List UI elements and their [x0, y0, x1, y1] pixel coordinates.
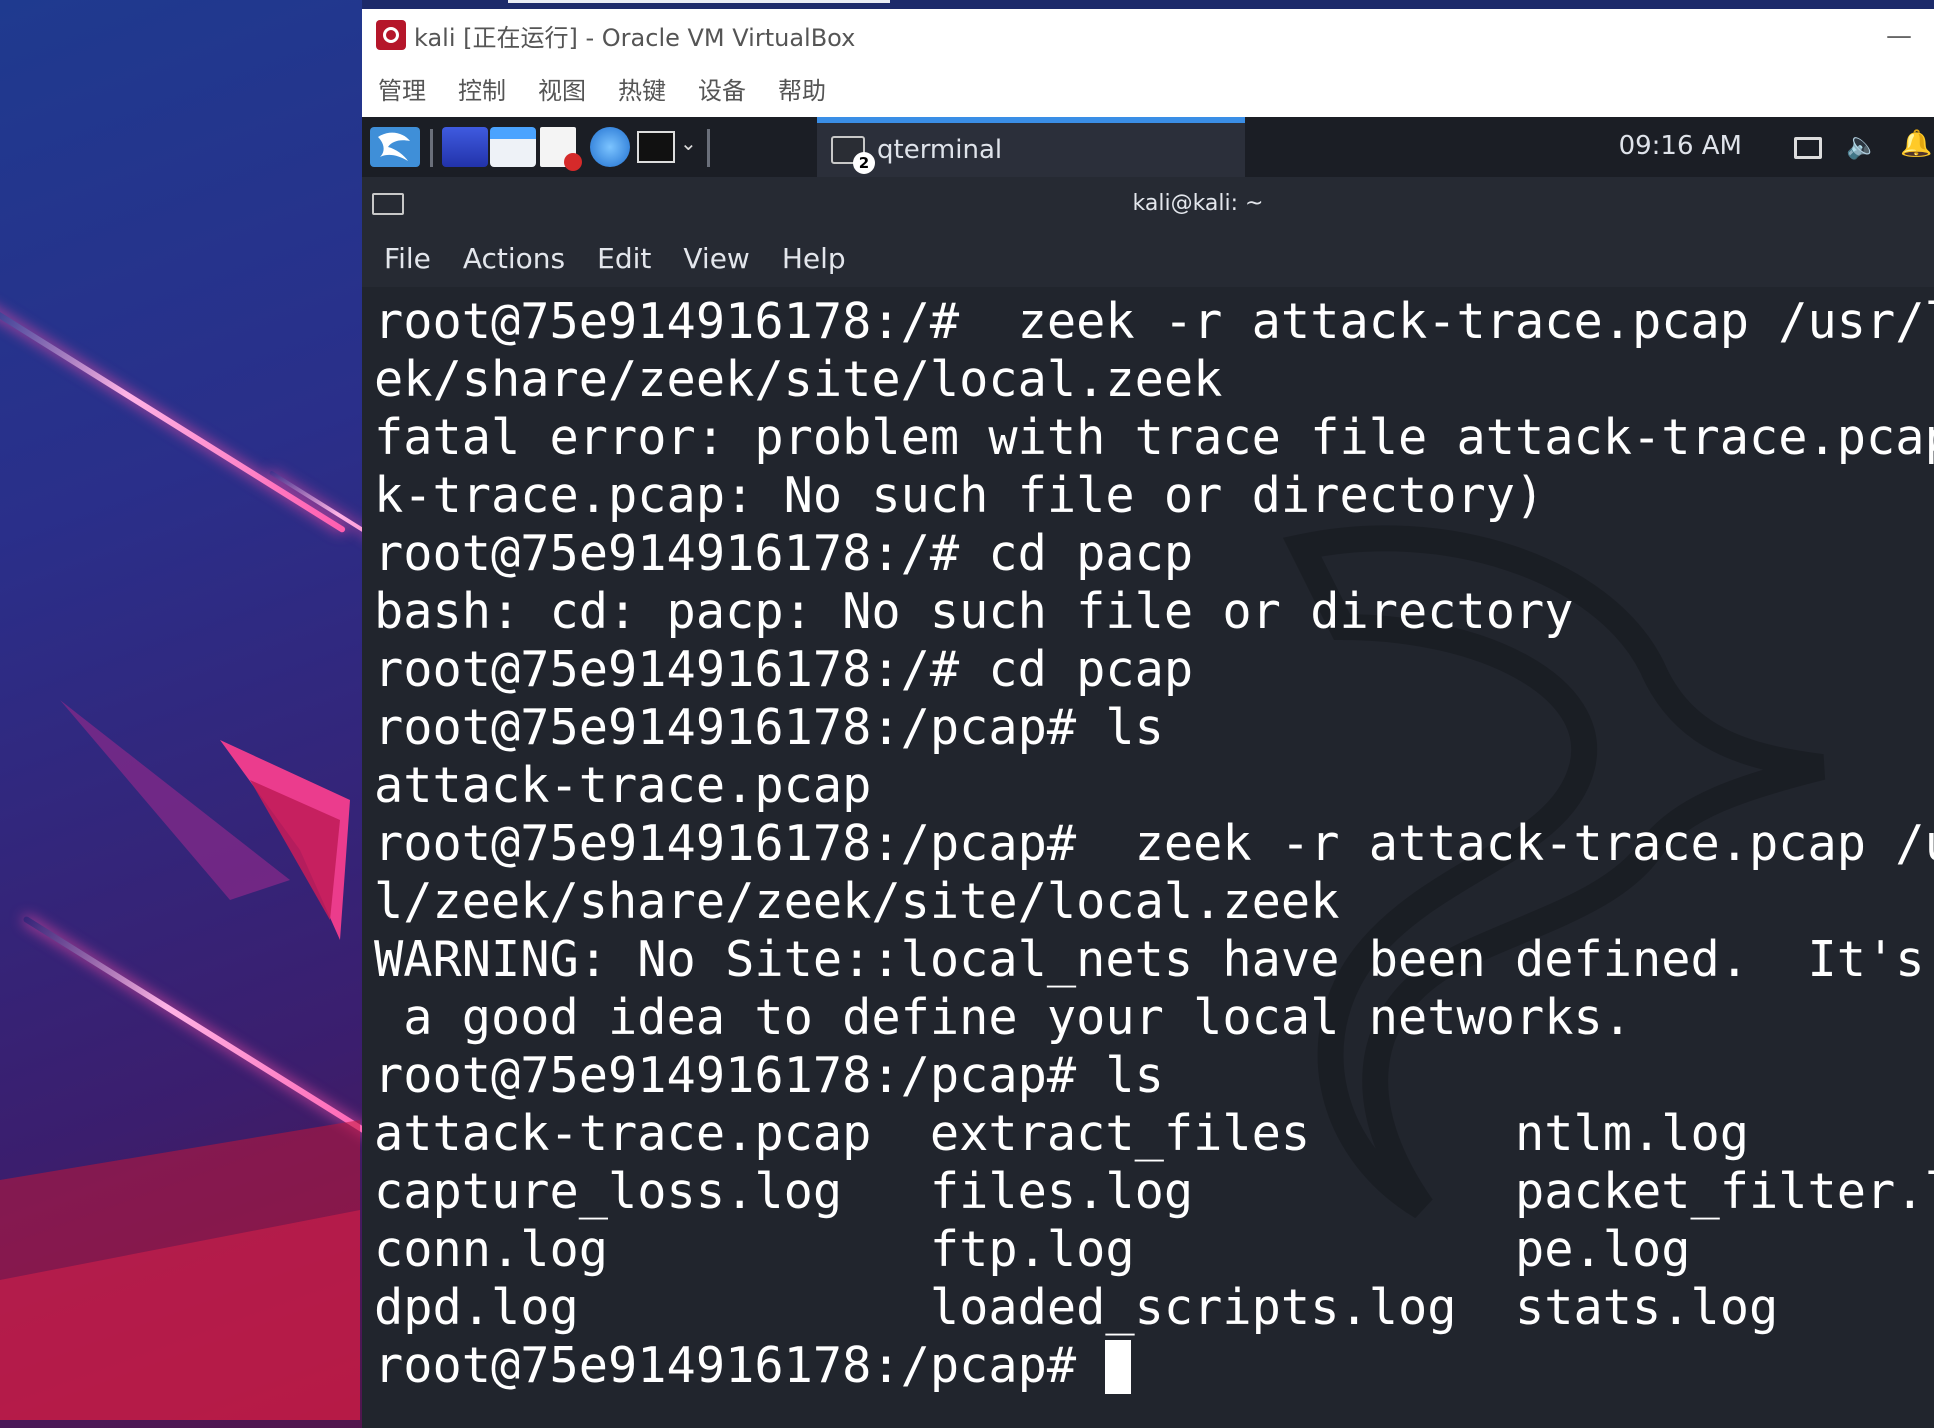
terminal-menubar: File Actions Edit View Help	[362, 229, 1934, 288]
desktop-wallpaper	[0, 0, 365, 1428]
menu-devices[interactable]: 设备	[698, 71, 746, 106]
virtualbox-window: kali [正在运行] - Oracle VM VirtualBox — 管理 …	[362, 0, 1934, 1428]
terminal-line: k-trace.pcap: No such file or directory)	[374, 468, 1545, 524]
terminal-line: l/zeek/share/zeek/site/local.zeek	[374, 874, 1340, 930]
panel-separator	[707, 129, 710, 167]
terminal-lines: root@75e914916178:/# zeek -r attack-trac…	[374, 293, 1934, 1395]
taskbar-item-label: qterminal	[877, 135, 1003, 165]
terminal-line: conn.log ftp.log pe.log	[374, 1222, 1691, 1278]
menu-view[interactable]: 视图	[538, 71, 586, 106]
text-cursor	[1105, 1340, 1132, 1394]
terminal-prompt: root@75e914916178:/pcap#	[374, 1338, 1106, 1394]
window-count-badge: 2	[853, 152, 875, 174]
qterminal-icon: 2	[831, 136, 875, 174]
minimize-button[interactable]: —	[1886, 21, 1912, 51]
menu-control[interactable]: 控制	[458, 71, 506, 106]
menu-manage[interactable]: 管理	[378, 71, 426, 106]
terminal-line: root@75e914916178:/# zeek -r attack-trac…	[374, 294, 1934, 350]
terminal-line: fatal error: problem with trace file att…	[374, 410, 1934, 466]
terminal-window-title: kali@kali: ~	[1132, 191, 1264, 216]
menu-actions[interactable]: Actions	[463, 242, 565, 275]
menu-help[interactable]: 帮助	[778, 71, 826, 106]
menu-file[interactable]: File	[384, 242, 431, 275]
kali-menu-icon[interactable]	[370, 127, 420, 167]
volume-icon[interactable]: 🔈	[1846, 131, 1878, 161]
vbox-titlebar: kali [正在运行] - Oracle VM VirtualBox —	[362, 9, 1934, 61]
chevron-down-icon[interactable]: ⌄	[680, 131, 697, 161]
terminal-line: ek/share/zeek/site/local.zeek	[374, 352, 1223, 408]
menu-edit[interactable]: Edit	[597, 242, 651, 275]
terminal-line: root@75e914916178:/# cd pcap	[374, 642, 1194, 698]
terminal-output[interactable]: root@75e914916178:/# zeek -r attack-trac…	[362, 287, 1934, 1428]
terminal-prompt-line[interactable]: root@75e914916178:/pcap#	[374, 1337, 1934, 1395]
top-panel: ⌄ 2 qterminal 09:16 AM 🔈 🔔	[362, 117, 1934, 177]
vbox-window-title: kali [正在运行] - Oracle VM VirtualBox	[414, 23, 856, 52]
text-editor-icon[interactable]	[540, 127, 582, 171]
terminal-icon[interactable]	[637, 131, 675, 163]
notification-bell-icon[interactable]: 🔔	[1900, 129, 1932, 159]
terminal-line: a good idea to define your local network…	[374, 990, 1633, 1046]
terminal-line: root@75e914916178:/pcap# zeek -r attack-…	[374, 816, 1934, 872]
terminal-line: WARNING: No Site::local_nets have been d…	[374, 932, 1934, 988]
desktop-icon[interactable]	[442, 127, 488, 167]
terminal-line: dpd.log loaded_scripts.log stats.log	[374, 1280, 1779, 1336]
panel-clock[interactable]: 09:16 AM	[1619, 131, 1742, 161]
terminal-line: root@75e914916178:/pcap# ls	[374, 700, 1164, 756]
taskbar-item-qterminal[interactable]: 2 qterminal	[817, 117, 1245, 177]
terminal-line: capture_loss.log files.log packet_filter…	[374, 1164, 1934, 1220]
terminal-line: attack-trace.pcap	[374, 758, 872, 814]
terminal-line: root@75e914916178:/# cd pacp	[374, 526, 1194, 582]
menu-hotkeys[interactable]: 热键	[618, 71, 666, 106]
host-taskbar-strip	[362, 0, 1934, 9]
terminal-line: bash: cd: pacp: No such file or director…	[374, 584, 1574, 640]
panel-separator	[430, 129, 433, 167]
menu-help[interactable]: Help	[782, 242, 846, 275]
menu-view[interactable]: View	[683, 242, 749, 275]
terminal-line: attack-trace.pcap extract_files ntlm.log	[374, 1106, 1750, 1162]
terminal-titlebar: kali@kali: ~	[362, 177, 1934, 229]
file-manager-icon[interactable]	[490, 127, 536, 167]
qterminal-window: kali@kali: ~ File Actions Edit View Help…	[362, 177, 1934, 1428]
terminal-line: root@75e914916178:/pcap# ls	[374, 1048, 1164, 1104]
display-icon[interactable]	[1794, 137, 1822, 159]
guest-display: ⌄ 2 qterminal 09:16 AM 🔈 🔔 kali@kali: ~ …	[362, 117, 1934, 1428]
web-browser-icon[interactable]	[590, 127, 630, 167]
vbox-menubar: 管理 控制 视图 热键 设备 帮助	[362, 67, 842, 109]
virtualbox-logo-icon	[376, 20, 406, 50]
